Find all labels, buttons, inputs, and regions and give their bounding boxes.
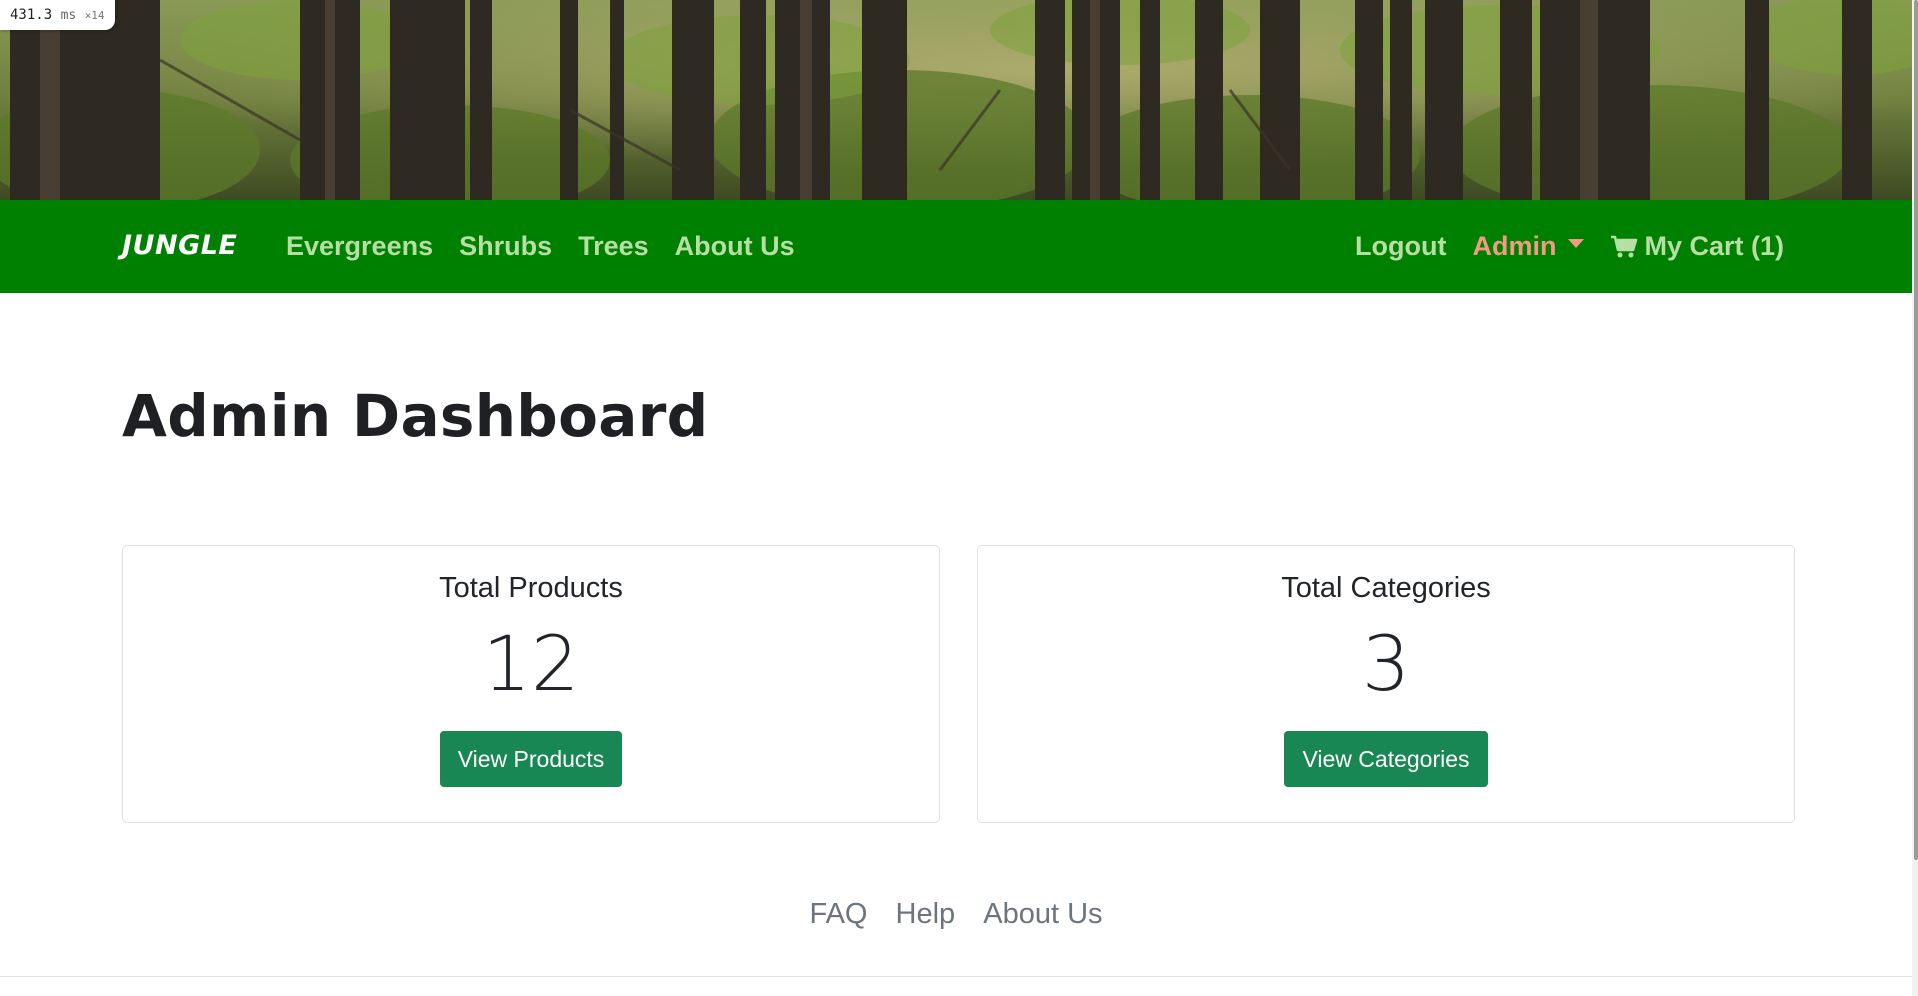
- nav-user-links: Logout Admin My Cart (1): [1329, 200, 1784, 293]
- cart-label: My Cart (1): [1644, 231, 1784, 261]
- perf-unit: ms: [60, 8, 77, 23]
- page-title: Admin Dashboard: [122, 382, 709, 450]
- admin-label: Admin: [1472, 231, 1557, 261]
- view-products-button[interactable]: View Products: [439, 731, 623, 787]
- cart-link[interactable]: My Cart (1): [1610, 231, 1784, 262]
- view-categories-button[interactable]: View Categories: [1284, 731, 1488, 787]
- shopping-cart-icon: [1610, 235, 1638, 259]
- category-count: 3: [1361, 619, 1411, 708]
- navbar: JUNGLE Evergreens Shrubs Trees About Us …: [0, 200, 1912, 293]
- brand-logo[interactable]: JUNGLE: [122, 230, 237, 261]
- footer-link-about-us[interactable]: About Us: [983, 898, 1102, 930]
- footer-link-help[interactable]: Help: [896, 898, 956, 930]
- scrollbar[interactable]: [1912, 0, 1918, 996]
- total-products-card: Total Products 12 View Products: [122, 545, 940, 823]
- footer-link-faq[interactable]: FAQ: [809, 898, 867, 930]
- footer-links: FAQ Help About Us: [0, 898, 1912, 931]
- perf-multiplier: ×14: [84, 9, 105, 22]
- nav-link-about-us[interactable]: About Us: [675, 231, 795, 262]
- footer-divider: [0, 976, 1912, 977]
- card-title: Total Products: [439, 572, 623, 604]
- logout-link[interactable]: Logout: [1355, 231, 1446, 262]
- nav-links: Evergreens Shrubs Trees About Us: [286, 200, 821, 293]
- nav-link-evergreens[interactable]: Evergreens: [286, 231, 433, 262]
- nav-link-shrubs[interactable]: Shrubs: [459, 231, 552, 262]
- performance-badge: 431.3 ms ×14: [0, 0, 115, 30]
- product-count: 12: [482, 619, 580, 708]
- card-title: Total Categories: [1281, 572, 1491, 604]
- nav-link-trees[interactable]: Trees: [578, 231, 649, 262]
- scrollbar-thumb[interactable]: [1914, 0, 1918, 860]
- forest-banner-image: [0, 0, 1912, 200]
- chevron-down-icon: [1568, 239, 1585, 248]
- perf-value: 431.3: [10, 7, 53, 23]
- total-categories-card: Total Categories 3 View Categories: [977, 545, 1795, 823]
- page: 431.3 ms ×14 JUNGLE Evergreens Shrubs Tr…: [0, 0, 1918, 996]
- admin-dropdown[interactable]: Admin: [1472, 231, 1585, 262]
